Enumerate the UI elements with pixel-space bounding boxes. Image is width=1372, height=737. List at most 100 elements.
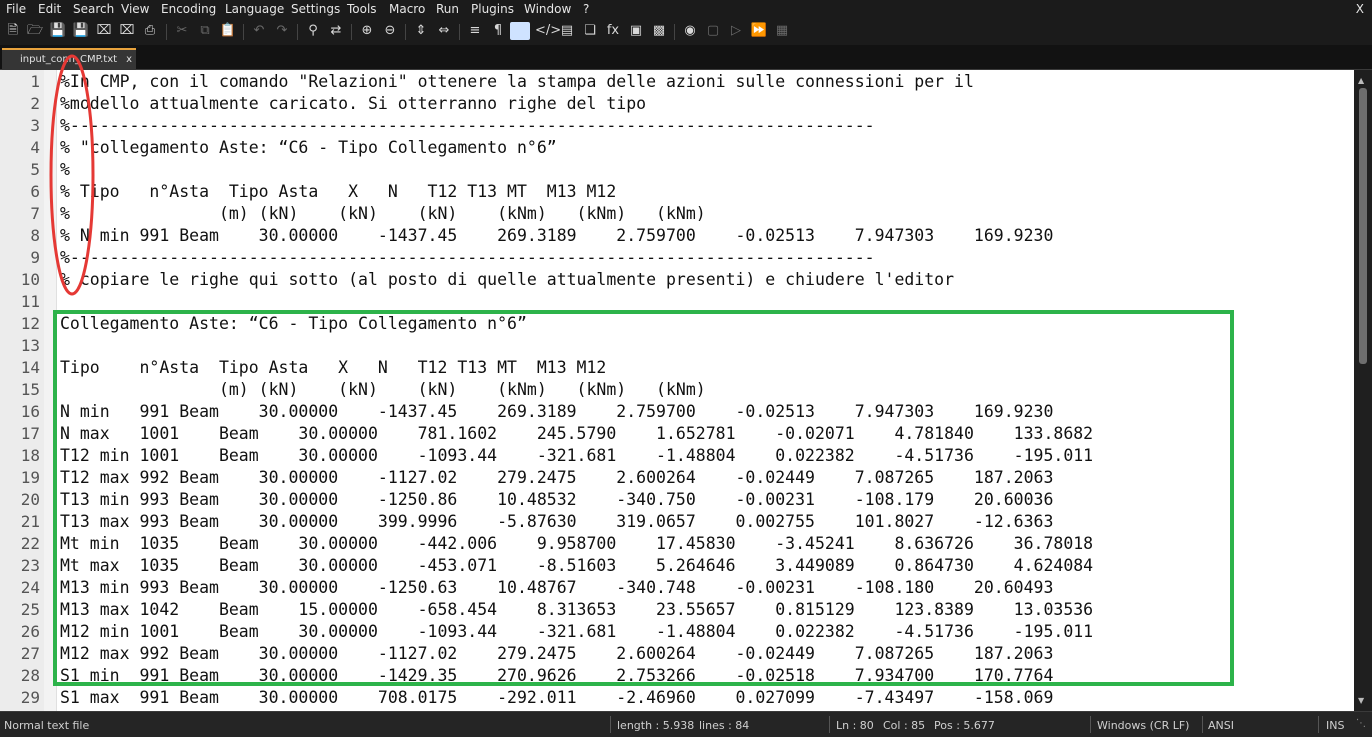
editor-line[interactable]: 26 M12 min 1001 Beam 30.00000 -1093.44 -3… bbox=[0, 621, 1354, 643]
editor-line[interactable]: 3 %--------------------------------------… bbox=[0, 115, 1354, 137]
editor-line[interactable]: 15 (m) (kN) (kN) (kN) (kNm) (kNm) (kNm) bbox=[0, 379, 1354, 401]
function-list-icon[interactable]: fx bbox=[604, 22, 622, 40]
editor-line[interactable]: 12 Collegamento Aste: “C6 - Tipo Collegam… bbox=[0, 313, 1354, 335]
toolbar-separator bbox=[405, 24, 406, 40]
stop-recording-icon[interactable]: ▢ bbox=[704, 22, 722, 40]
cut-icon[interactable]: ✂ bbox=[173, 22, 191, 40]
print-icon[interactable]: ⎙ bbox=[141, 22, 159, 40]
project-panel-icon[interactable]: ▩ bbox=[650, 22, 668, 40]
editor-line[interactable]: 4 % "collegamento Aste: “C6 - Tipo Colleg… bbox=[0, 137, 1354, 159]
redo-icon[interactable]: ↷ bbox=[273, 22, 291, 40]
menu-edit[interactable]: Edit bbox=[38, 2, 61, 16]
copy-icon[interactable]: ⧉ bbox=[196, 22, 214, 40]
scroll-down-icon[interactable]: ▼ bbox=[1358, 696, 1364, 705]
editor-line[interactable]: 20 T13 min 993 Beam 30.00000 -1250.86 10.… bbox=[0, 489, 1354, 511]
editor-line[interactable]: 29 S1 max 991 Beam 30.00000 708.0175 -292… bbox=[0, 687, 1354, 709]
editor-line[interactable]: 23 Mt max 1035 Beam 30.00000 -453.071 -8.… bbox=[0, 555, 1354, 577]
vertical-scrollbar[interactable]: ▲ ▼ bbox=[1354, 70, 1372, 711]
menu-search[interactable]: Search bbox=[73, 2, 114, 16]
text-editor[interactable]: 1 %In CMP, con il comando "Relazioni" ott… bbox=[0, 70, 1354, 711]
editor-line[interactable]: 7 % (m) (kN) (kN) (kN) (kNm) (kNm) (kNm) bbox=[0, 203, 1354, 225]
scrollbar-thumb[interactable] bbox=[1359, 88, 1367, 364]
editor-line[interactable]: 21 T13 max 993 Beam 30.00000 399.9996 -5.… bbox=[0, 511, 1354, 533]
tab-close-button[interactable]: x bbox=[126, 51, 132, 69]
zoom-out-icon[interactable]: ⊖ bbox=[381, 22, 399, 40]
close-icon[interactable]: ⌧ bbox=[95, 22, 113, 40]
editor-line[interactable]: 19 T12 max 992 Beam 30.00000 -1127.02 279… bbox=[0, 467, 1354, 489]
editor-line[interactable]: 5% bbox=[0, 159, 1354, 181]
save-all-icon[interactable]: 💾 bbox=[72, 22, 90, 40]
document-list-icon[interactable]: ❏ bbox=[581, 22, 599, 40]
line-text: % bbox=[60, 160, 70, 179]
menu-language[interactable]: Language bbox=[225, 2, 284, 16]
status-separator bbox=[1202, 716, 1203, 733]
tab-input-conn-cmp[interactable]: input_conn_CMP.txt x bbox=[2, 48, 136, 70]
editor-line[interactable]: 24 M13 min 993 Beam 30.00000 -1250.63 10.… bbox=[0, 577, 1354, 599]
menu-macro[interactable]: Macro bbox=[389, 2, 425, 16]
editor-line[interactable]: 28 S1 min 991 Beam 30.00000 -1429.35 270.… bbox=[0, 665, 1354, 687]
word-wrap-icon[interactable]: ≡ bbox=[466, 22, 484, 40]
show-all-characters-icon[interactable]: ¶ bbox=[489, 22, 507, 40]
paste-icon[interactable]: 📋 bbox=[219, 22, 237, 40]
line-number: 7 bbox=[30, 204, 40, 223]
document-map-icon[interactable]: ▤ bbox=[558, 22, 576, 40]
sync-horizontal-icon[interactable]: ⇔ bbox=[435, 22, 453, 40]
new-file-icon[interactable]: 🗎 bbox=[4, 22, 22, 40]
editor-line[interactable]: 25 M13 max 1042 Beam 15.00000 -658.454 8.… bbox=[0, 599, 1354, 621]
line-text: M13 min 993 Beam 30.00000 -1250.63 10.48… bbox=[60, 578, 1054, 597]
editor-line[interactable]: 27 M12 max 992 Beam 30.00000 -1127.02 279… bbox=[0, 643, 1354, 665]
menu-run[interactable]: Run bbox=[436, 2, 459, 16]
editor-line[interactable]: 14 Tipo n°Asta Tipo Asta X N T12 T13 MT M… bbox=[0, 357, 1354, 379]
status-length: length : 5.938 bbox=[617, 719, 695, 732]
xml-tag-icon[interactable]: </> bbox=[535, 22, 561, 40]
run-macro-multiple-icon[interactable]: ⏩ bbox=[750, 22, 768, 40]
open-file-icon[interactable]: 🗁 bbox=[26, 22, 44, 40]
toolbar-separator bbox=[459, 24, 460, 40]
scroll-up-icon[interactable]: ▲ bbox=[1358, 76, 1364, 85]
menu-file[interactable]: File bbox=[6, 2, 26, 16]
line-text: S1 min 991 Beam 30.00000 -1429.35 270.96… bbox=[60, 666, 1054, 685]
editor-line[interactable]: 22 Mt min 1035 Beam 30.00000 -442.006 9.9… bbox=[0, 533, 1354, 555]
menu-help[interactable]: ? bbox=[583, 2, 589, 16]
editor-line[interactable]: 9 %--------------------------------------… bbox=[0, 247, 1354, 269]
line-text: Mt max 1035 Beam 30.00000 -453.071 -8.51… bbox=[60, 556, 1094, 575]
menu-view[interactable]: View bbox=[121, 2, 149, 16]
close-all-icon[interactable]: ⌧ bbox=[118, 22, 136, 40]
editor-line[interactable]: 6 % Tipo n°Asta Tipo Asta X N T12 T13 MT … bbox=[0, 181, 1354, 203]
editor-line[interactable]: 17 N max 1001 Beam 30.00000 781.1602 245.… bbox=[0, 423, 1354, 445]
monitoring-icon[interactable]: ▣ bbox=[627, 22, 645, 40]
save-icon[interactable]: 💾 bbox=[49, 22, 67, 40]
menu-tools[interactable]: Tools bbox=[347, 2, 377, 16]
undo-icon[interactable]: ↶ bbox=[250, 22, 268, 40]
editor-line[interactable]: 10 % copiare le righe qui sotto (al posto… bbox=[0, 269, 1354, 291]
line-number: 2 bbox=[30, 94, 40, 113]
replace-icon[interactable]: ⇄ bbox=[327, 22, 345, 40]
editor-line[interactable]: 18 T12 min 1001 Beam 30.00000 -1093.44 -3… bbox=[0, 445, 1354, 467]
save-macro-icon[interactable]: ▦ bbox=[773, 22, 791, 40]
indent-guide-icon[interactable] bbox=[510, 22, 530, 40]
editor-line[interactable]: 8 % N min 991 Beam 30.00000 -1437.45 269.… bbox=[0, 225, 1354, 247]
sync-vertical-icon[interactable]: ⇕ bbox=[412, 22, 430, 40]
line-number: 8 bbox=[30, 226, 40, 245]
line-text: % Tipo n°Asta Tipo Asta X N T12 T13 MT M… bbox=[60, 182, 617, 201]
editor-line[interactable]: 2 %modello attualmente caricato. Si otter… bbox=[0, 93, 1354, 115]
line-number: 13 bbox=[20, 336, 40, 355]
menu-window[interactable]: Window bbox=[524, 2, 571, 16]
line-number: 27 bbox=[20, 644, 40, 663]
editor-line[interactable]: 13 bbox=[0, 335, 1354, 357]
menu-encoding[interactable]: Encoding bbox=[161, 2, 216, 16]
zoom-in-icon[interactable]: ⊕ bbox=[358, 22, 376, 40]
line-number: 25 bbox=[20, 600, 40, 619]
editor-line[interactable]: 1 %In CMP, con il comando "Relazioni" ott… bbox=[0, 71, 1354, 93]
menu-settings[interactable]: Settings bbox=[291, 2, 340, 16]
menu-plugins[interactable]: Plugins bbox=[471, 2, 514, 16]
close-window-button[interactable]: X bbox=[1356, 2, 1364, 16]
editor-line[interactable]: 16 N min 991 Beam 30.00000 -1437.45 269.3… bbox=[0, 401, 1354, 423]
status-separator bbox=[610, 716, 611, 733]
resize-grip-icon[interactable]: ⋱ bbox=[1356, 718, 1366, 729]
line-number: 26 bbox=[20, 622, 40, 641]
playback-macro-icon[interactable]: ▷ bbox=[727, 22, 745, 40]
record-macro-icon[interactable]: ◉ bbox=[681, 22, 699, 40]
find-icon[interactable]: ⚲ bbox=[304, 22, 322, 40]
editor-line[interactable]: 11 bbox=[0, 291, 1354, 313]
